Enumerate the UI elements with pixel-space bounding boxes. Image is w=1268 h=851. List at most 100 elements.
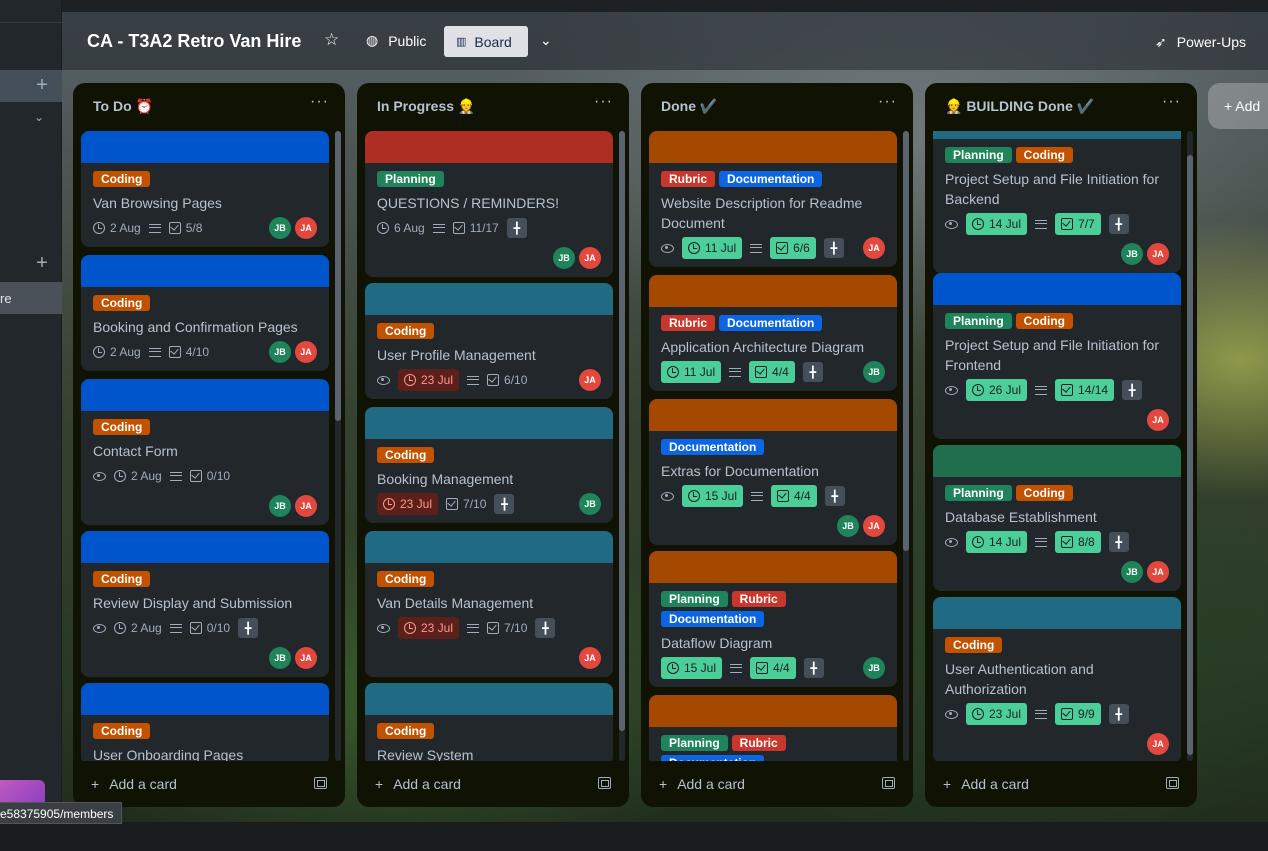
board-title[interactable]: CA - T3A2 Retro Van Hire xyxy=(87,31,301,52)
label-documentation[interactable]: Documentation xyxy=(661,755,765,761)
plus-icon[interactable]: + xyxy=(34,74,50,97)
add-card-button[interactable]: + Add a card xyxy=(375,776,461,792)
powerups-button[interactable]: ➶ Power-Ups xyxy=(1155,34,1246,51)
card[interactable]: Coding Van Details Management 23 Jul 7/10 ╋ J… xyxy=(365,531,613,677)
due-date-badge[interactable]: 23 Jul xyxy=(377,493,439,515)
list-title[interactable]: To Do ⏰ xyxy=(93,98,153,115)
label-coding[interactable]: Coding xyxy=(377,323,435,339)
avatar[interactable]: JA xyxy=(1147,409,1169,431)
card[interactable]: Coding Review Display and Submission 2 Aug… xyxy=(81,531,329,677)
list-scrollbar[interactable] xyxy=(619,131,625,761)
label-documentation[interactable]: Documentation xyxy=(661,611,765,627)
label-coding[interactable]: Coding xyxy=(93,295,151,311)
card-template-icon[interactable] xyxy=(598,777,611,789)
plus-icon[interactable]: + xyxy=(34,252,50,275)
list-title[interactable]: In Progress 👷 xyxy=(377,98,475,115)
label-rubric[interactable]: Rubric xyxy=(731,735,786,751)
due-date-badge[interactable]: 2 Aug xyxy=(114,465,162,487)
more-icon[interactable]: ··· xyxy=(594,93,613,111)
label-coding[interactable]: Coding xyxy=(945,637,1003,653)
card-title[interactable]: Van Browsing Pages xyxy=(81,187,329,213)
more-icon[interactable]: ··· xyxy=(310,93,329,111)
due-date-badge[interactable]: 6 Aug xyxy=(377,217,425,239)
card[interactable]: Planning Coding Database Establishment 14 J… xyxy=(933,445,1181,591)
avatar[interactable]: JB xyxy=(837,515,859,537)
avatar[interactable]: JA xyxy=(295,341,317,363)
pin-icon[interactable]: ╋ xyxy=(238,618,259,638)
card-title[interactable]: Project Setup and File Initiation for Fr… xyxy=(933,329,1181,375)
label-coding[interactable]: Coding xyxy=(1015,313,1073,329)
card-title[interactable]: Website Description for Readme Document xyxy=(649,187,897,233)
avatar[interactable]: JB xyxy=(269,647,291,669)
card-title[interactable]: User Authentication and Authorization xyxy=(933,653,1181,699)
avatar[interactable]: JA xyxy=(579,247,601,269)
pin-icon[interactable]: ╋ xyxy=(824,486,845,506)
card[interactable]: Rubric Documentation Website Description f… xyxy=(649,131,897,267)
list-title[interactable]: 👷 BUILDING Done ✔️ xyxy=(945,98,1094,115)
avatar[interactable]: JB xyxy=(269,495,291,517)
pin-icon[interactable]: ╋ xyxy=(1122,380,1143,400)
add-list-button[interactable]: + Add xyxy=(1208,83,1268,129)
card-title[interactable]: Contact Form xyxy=(81,435,329,461)
avatar[interactable]: JA xyxy=(579,647,601,669)
label-coding[interactable]: Coding xyxy=(1015,147,1073,163)
chevron-down-icon[interactable]: ⌄ xyxy=(34,110,44,124)
sidebar-item-label[interactable]: re xyxy=(0,291,12,306)
card-template-icon[interactable] xyxy=(882,777,895,789)
label-documentation[interactable]: Documentation xyxy=(719,315,823,331)
label-coding[interactable]: Coding xyxy=(377,447,435,463)
label-planning[interactable]: Planning xyxy=(945,147,1012,163)
due-date-badge[interactable]: 11 Jul xyxy=(661,361,722,383)
avatar[interactable]: JA xyxy=(863,515,885,537)
due-date-badge[interactable]: 26 Jul xyxy=(966,379,1028,401)
card-template-icon[interactable] xyxy=(1166,777,1179,789)
avatar[interactable]: JA xyxy=(1147,733,1169,755)
label-planning[interactable]: Planning xyxy=(945,313,1012,329)
list-title[interactable]: Done ✔️ xyxy=(661,98,717,115)
avatar[interactable]: JA xyxy=(1147,243,1169,265)
avatar[interactable]: JB xyxy=(553,247,575,269)
avatar[interactable]: JA xyxy=(295,647,317,669)
sidebar-item-boards[interactable] xyxy=(0,70,62,102)
list-scrollbar[interactable] xyxy=(335,131,341,761)
card-title[interactable]: Dataflow Diagram xyxy=(649,627,897,653)
board-view-button[interactable]: ▥ Board xyxy=(444,26,528,57)
card[interactable]: Coding Van Browsing Pages 2 Aug 5/8 JB JA xyxy=(81,131,329,247)
avatar[interactable]: JB xyxy=(863,361,885,383)
due-date-badge[interactable]: 2 Aug xyxy=(114,617,162,639)
pin-icon[interactable]: ╋ xyxy=(1108,704,1129,724)
label-planning[interactable]: Planning xyxy=(945,485,1012,501)
label-documentation[interactable]: Documentation xyxy=(661,439,765,455)
label-rubric[interactable]: Rubric xyxy=(661,171,716,187)
card[interactable]: Planning Rubric Documentation Dataflow Diag… xyxy=(649,551,897,687)
label-coding[interactable]: Coding xyxy=(93,419,151,435)
due-date-badge[interactable]: 23 Jul xyxy=(398,617,460,639)
due-date-badge[interactable]: 15 Jul xyxy=(682,485,744,507)
label-coding[interactable]: Coding xyxy=(1015,485,1073,501)
scrollbar-thumb[interactable] xyxy=(903,131,909,551)
avatar[interactable]: JB xyxy=(863,657,885,679)
label-documentation[interactable]: Documentation xyxy=(719,171,823,187)
add-card-button[interactable]: + Add a card xyxy=(943,776,1029,792)
avatar[interactable]: JB xyxy=(1121,561,1143,583)
avatar[interactable]: JA xyxy=(863,237,885,259)
card[interactable]: Coding User Profile Management 23 Jul 6/10 J… xyxy=(365,283,613,399)
avatar[interactable]: JA xyxy=(1147,561,1169,583)
label-coding[interactable]: Coding xyxy=(93,571,151,587)
card[interactable]: Coding User Authentication and Authorizat… xyxy=(933,597,1181,761)
more-icon[interactable]: ··· xyxy=(878,93,897,111)
label-coding[interactable]: Coding xyxy=(93,723,151,739)
scrollbar-thumb[interactable] xyxy=(619,131,625,731)
card-template-icon[interactable] xyxy=(314,777,327,789)
card[interactable]: PlanningRubric Documentation xyxy=(649,695,897,761)
label-coding[interactable]: Coding xyxy=(377,571,435,587)
avatar[interactable]: JB xyxy=(269,341,291,363)
due-date-badge[interactable]: 2 Aug xyxy=(93,217,141,239)
card-title[interactable]: Review System xyxy=(365,739,613,761)
card[interactable]: Documentation Extras for Documentation 15 … xyxy=(649,399,897,545)
card[interactable]: Coding User Onboarding Pages xyxy=(81,683,329,761)
pin-icon[interactable]: ╋ xyxy=(535,618,556,638)
avatar[interactable]: JB xyxy=(1121,243,1143,265)
avatar[interactable]: JA xyxy=(295,495,317,517)
card[interactable]: Planning Coding Project Setup and File Ini… xyxy=(933,131,1181,273)
